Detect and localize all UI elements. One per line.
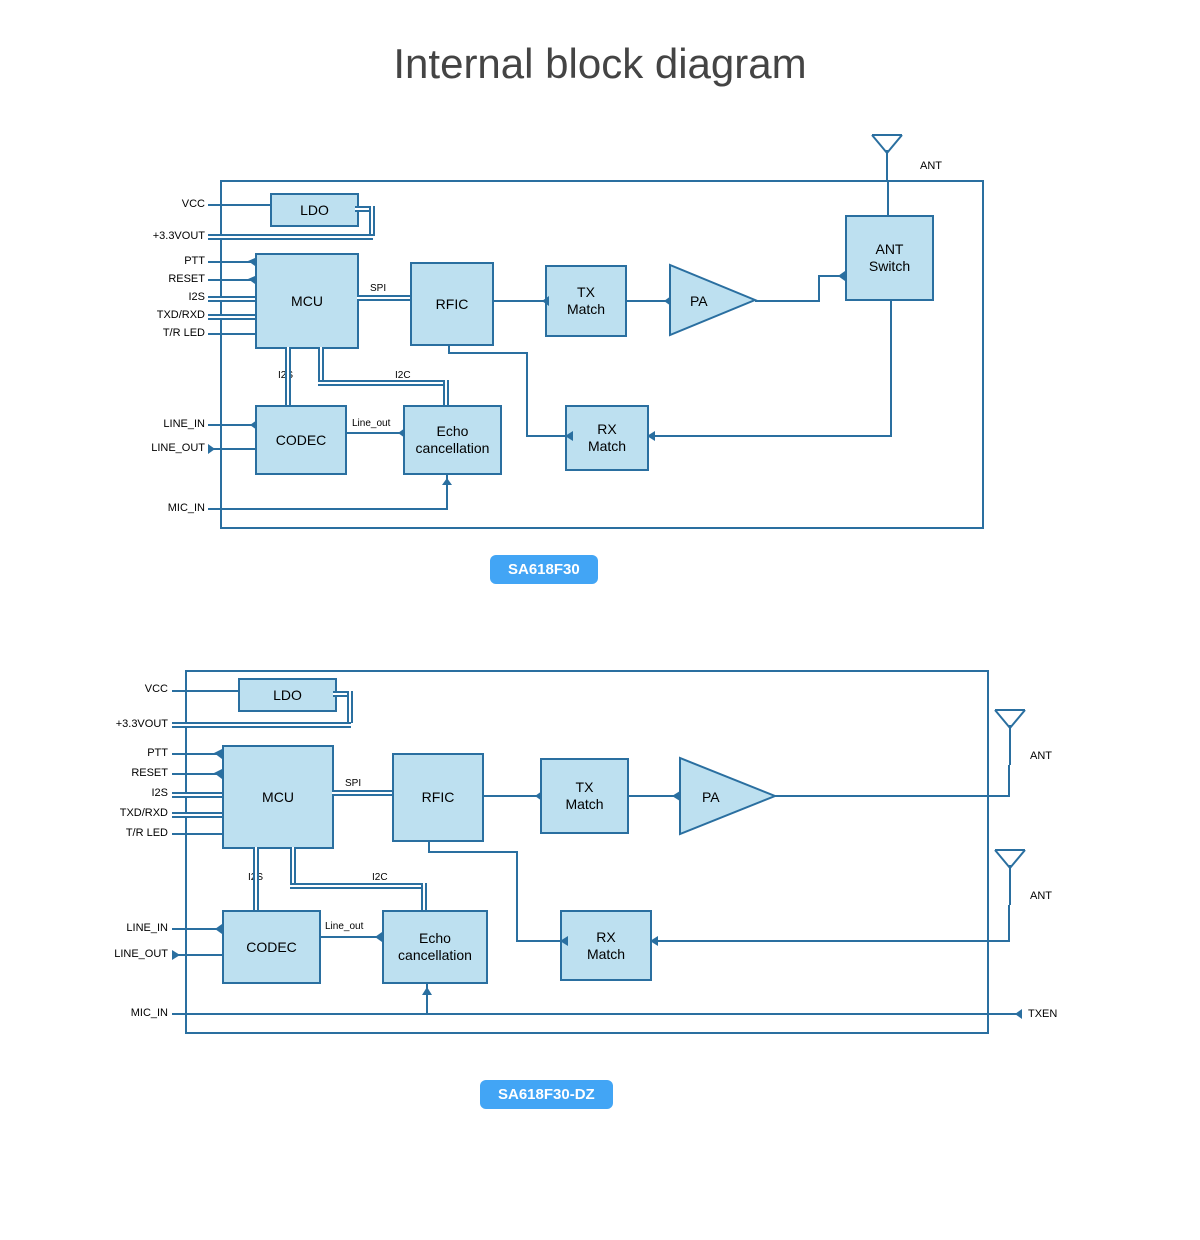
d2-pin-lineout: LINE_OUT — [102, 948, 168, 960]
d2-pin-trled: T/R LED — [110, 827, 168, 839]
d1-badge: SA618F30 — [490, 555, 598, 584]
d1-rxmatch: RX Match — [565, 405, 649, 471]
d2-rfic: RFIC — [392, 753, 484, 842]
d2-rxmatch: RX Match — [560, 910, 652, 981]
d2-pin-i2s: I2S — [110, 787, 168, 799]
d1-codec: CODEC — [255, 405, 347, 475]
d2-pin-ant1: ANT — [1030, 750, 1070, 762]
d2-pin-linein: LINE_IN — [110, 922, 168, 934]
d2-lbl-spi: SPI — [345, 778, 361, 789]
d2-codec: CODEC — [222, 910, 321, 984]
d1-pin-ant: ANT — [920, 160, 960, 172]
diagram2-container: LDO MCU RFIC TX Match CODEC Echo cancell… — [110, 650, 1060, 1080]
d2-antenna-rx-icon — [995, 850, 1035, 910]
d2-badge: SA618F30-DZ — [480, 1080, 613, 1109]
d1-pin-lineout: LINE_OUT — [142, 442, 205, 454]
d1-ldo: LDO — [270, 193, 359, 227]
d2-pin-vcc: VCC — [110, 683, 168, 695]
d2-lbl-lineout: Line_out — [325, 921, 363, 932]
d1-pin-vcc: VCC — [150, 198, 205, 210]
d1-antenna-icon — [872, 135, 912, 185]
d2-antenna-tx-icon — [995, 710, 1035, 770]
d2-txmatch: TX Match — [540, 758, 629, 834]
d2-pin-v33: +3.3VOUT — [100, 718, 168, 730]
d1-pin-reset: RESET — [150, 273, 205, 285]
d2-lbl-i2c: I2C — [372, 872, 388, 883]
d2-echo: Echo cancellation — [382, 910, 488, 984]
d2-pin-ant2: ANT — [1030, 890, 1070, 902]
d2-pin-micin: MIC_IN — [110, 1007, 168, 1019]
d1-antswitch: ANT Switch — [845, 215, 934, 301]
diagram1-container: LDO MCU RFIC TX Match ANT Switch CODEC E… — [150, 160, 980, 580]
d2-pin-reset: RESET — [110, 767, 168, 779]
d1-pin-micin: MIC_IN — [150, 502, 205, 514]
d2-mcu: MCU — [222, 745, 334, 849]
d1-echo: Echo cancellation — [403, 405, 502, 475]
d2-ldo: LDO — [238, 678, 337, 712]
d1-rfic: RFIC — [410, 262, 494, 346]
d1-txmatch: TX Match — [545, 265, 627, 337]
d1-pin-ptt: PTT — [150, 255, 205, 267]
d1-pin-v33: +3.3VOUT — [140, 230, 205, 242]
d1-mcu: MCU — [255, 253, 359, 349]
d1-lbl-lineout: Line_out — [352, 418, 390, 429]
d2-pin-txen: TXEN — [1028, 1008, 1073, 1020]
d1-pin-trled: T/R LED — [150, 327, 205, 339]
d1-pin-txdrxd: TXD/RXD — [145, 309, 205, 321]
d1-pin-i2s: I2S — [150, 291, 205, 303]
d2-pin-txdrxd: TXD/RXD — [105, 807, 168, 819]
d1-pin-linein: LINE_IN — [150, 418, 205, 430]
d1-lbl-spi: SPI — [370, 283, 386, 294]
d2-pin-ptt: PTT — [110, 747, 168, 759]
page-title: Internal block diagram — [0, 40, 1200, 88]
